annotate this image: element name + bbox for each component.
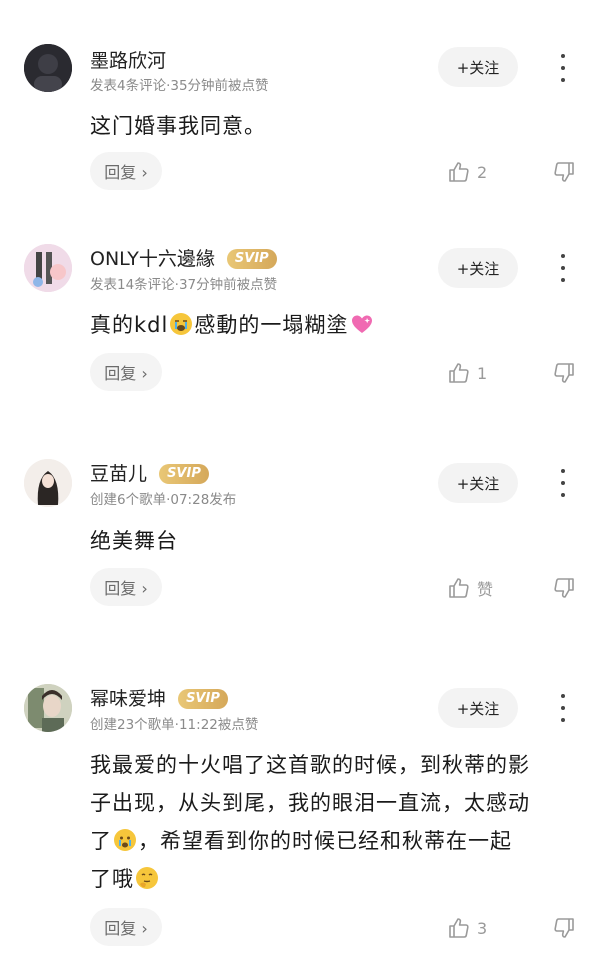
follow-label: +关注	[456, 58, 500, 77]
more-icon[interactable]	[555, 469, 571, 497]
follow-label: +关注	[456, 699, 500, 718]
follow-button[interactable]: +关注	[438, 47, 518, 87]
crying-emoji-icon	[170, 313, 193, 335]
comment-meta: 发表14条评论·37分钟前被点赞	[90, 277, 278, 293]
thumbs-up-icon	[449, 578, 469, 598]
reply-button[interactable]: 回复 ›	[90, 568, 162, 606]
avatar[interactable]	[24, 684, 72, 732]
thumbs-down-icon	[554, 363, 574, 383]
username[interactable]: ONLY十六邊緣 SVIP	[90, 244, 277, 271]
thumbs-up-icon	[449, 162, 469, 182]
like-count: 赞	[477, 580, 494, 599]
comment-text-part: 了哦	[90, 867, 134, 891]
comment-text-part: 感動的一塌糊塗	[194, 313, 349, 337]
svip-badge: SVIP	[159, 464, 209, 484]
username[interactable]: 豆苗儿 SVIP	[90, 459, 209, 486]
thumbs-down-icon	[554, 578, 574, 598]
svip-badge: SVIP	[226, 249, 277, 269]
reply-label: 回复 ›	[104, 163, 148, 182]
comment-text-line: 子出现，从头到尾，我的眼泪一直流，太感动	[90, 791, 530, 815]
dislike-button[interactable]	[552, 361, 576, 389]
comment-meta: 创建23个歌单·11:22被点赞	[90, 717, 259, 733]
follow-button[interactable]: +关注	[438, 248, 518, 288]
comment-text: 绝美舞台	[90, 522, 570, 560]
comment-text-line: 了哦	[90, 860, 570, 898]
like-button[interactable]: 赞	[447, 576, 493, 600]
username[interactable]: 墨路欣河	[90, 46, 166, 73]
svip-badge: SVIP	[178, 689, 228, 709]
thumbs-down-icon	[554, 918, 574, 938]
more-icon[interactable]	[555, 694, 571, 722]
comment-text-part: 绝美舞台	[90, 529, 178, 553]
avatar-image	[24, 44, 72, 92]
like-count: 2	[477, 162, 488, 182]
username-text: 豆苗儿	[90, 463, 148, 485]
avatar[interactable]	[24, 244, 72, 292]
avatar-image	[24, 459, 72, 507]
follow-label: +关注	[456, 474, 500, 493]
comment-text: 真的kdl 感動的一塌糊塗	[90, 306, 570, 344]
reply-button[interactable]: 回复 ›	[90, 152, 162, 190]
comment-text-line: 了 ，希望看到你的时候已经和秋蒂在一起	[90, 822, 570, 860]
reply-button[interactable]: 回复 ›	[90, 353, 162, 391]
comment-text: 我最爱的十火唱了这首歌的时候，到秋蒂的影 子出现，从头到尾，我的眼泪一直流，太感…	[90, 746, 570, 898]
comment-text-part: 了	[90, 829, 112, 853]
comment-text-line: 我最爱的十火唱了这首歌的时候，到秋蒂的影	[90, 753, 530, 777]
comment-text-part: 真的kdl	[90, 313, 169, 337]
avatar-image	[24, 244, 72, 292]
like-button[interactable]: 3	[447, 916, 487, 940]
comment-text-part: 这门婚事我同意。	[90, 114, 266, 138]
avatar-image	[24, 684, 72, 732]
sparkling-heart-icon	[350, 313, 374, 335]
reply-label: 回复 ›	[104, 919, 148, 938]
comment-meta: 创建6个歌单·07:28发布	[90, 492, 237, 508]
like-count: 3	[477, 918, 488, 938]
username-text: 墨路欣河	[90, 50, 167, 72]
follow-button[interactable]: +关注	[438, 688, 518, 728]
comment-text: 这门婚事我同意。	[90, 107, 570, 145]
follow-label: +关注	[456, 259, 500, 278]
username-text: ONLY十六邊緣	[90, 248, 215, 270]
reply-label: 回复 ›	[104, 579, 148, 598]
thinking-face-emoji-icon	[136, 867, 158, 889]
more-icon[interactable]	[555, 54, 571, 82]
username[interactable]: 幂味爱坤 SVIP	[90, 684, 228, 711]
thumbs-up-icon	[449, 918, 469, 938]
reply-button[interactable]: 回复 ›	[90, 908, 162, 946]
more-icon[interactable]	[555, 254, 571, 282]
like-count: 1	[477, 363, 488, 383]
avatar[interactable]	[24, 44, 72, 92]
username-text: 幂味爱坤	[90, 688, 167, 710]
follow-button[interactable]: +关注	[438, 463, 518, 503]
reply-label: 回复 ›	[104, 364, 148, 383]
comment-meta: 发表4条评论·35分钟前被点赞	[90, 78, 269, 94]
thumbs-up-icon	[449, 363, 469, 383]
like-button[interactable]: 2	[447, 160, 487, 184]
dislike-button[interactable]	[552, 916, 576, 944]
thumbs-down-icon	[554, 162, 574, 182]
like-button[interactable]: 1	[447, 361, 487, 385]
dislike-button[interactable]	[552, 160, 576, 188]
crying-face-emoji-icon	[114, 829, 136, 851]
dislike-button[interactable]	[552, 576, 576, 604]
avatar[interactable]	[24, 459, 72, 507]
comment-text-part: ，希望看到你的时候已经和秋蒂在一起	[138, 829, 512, 853]
